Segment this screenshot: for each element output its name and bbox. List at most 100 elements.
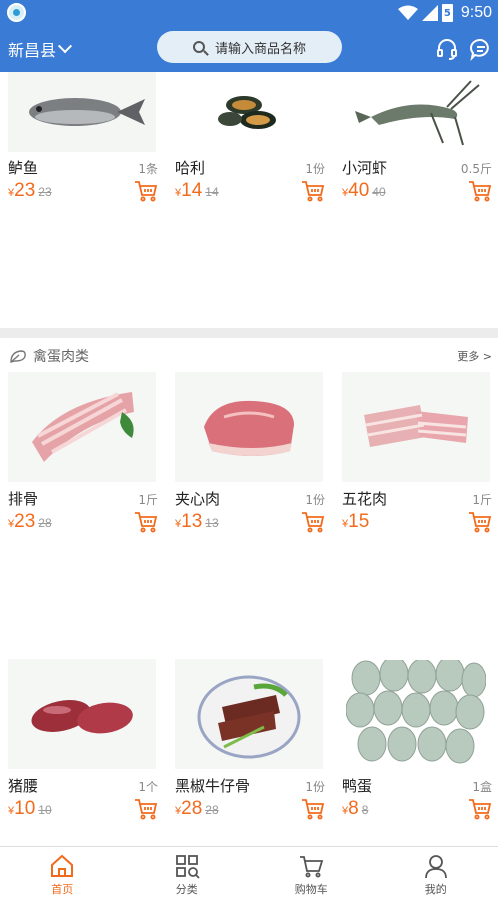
add-to-cart-icon[interactable] [134, 180, 158, 202]
product-price: ¥23 23 [8, 180, 52, 202]
home-icon [51, 854, 74, 877]
product-name: 夹心肉 [175, 490, 221, 508]
product-unit: 1斤 [138, 493, 158, 507]
section-divider [0, 328, 498, 338]
tab-cart[interactable]: 购物车 [249, 847, 374, 900]
price-original: 28 [205, 803, 219, 817]
product-card[interactable]: 小河虾 0.5斤 ¥40 40 [342, 72, 492, 202]
tab-category[interactable]: 分类 [125, 847, 250, 900]
price-current: 15 [348, 511, 370, 532]
price-current: 8 [348, 798, 359, 819]
headset-icon[interactable] [435, 37, 459, 61]
status-right-group: 5 9:50 [397, 2, 492, 24]
product-name: 哈利 [175, 159, 206, 177]
product-name: 黑椒牛仔骨 [175, 777, 251, 795]
cart-icon [300, 856, 324, 878]
pork-shoulder-image [204, 400, 294, 456]
product-image-mussels [175, 72, 323, 152]
chevron-down-icon [57, 39, 73, 54]
message-icon[interactable] [469, 37, 493, 61]
price-current: 28 [181, 798, 203, 819]
add-to-cart-icon[interactable] [134, 798, 158, 820]
shrimp-image [355, 80, 480, 146]
price-current: 13 [181, 511, 203, 532]
product-name: 鲈鱼 [8, 159, 39, 177]
product-image-kidney [8, 659, 156, 769]
product-price: ¥10 10 [8, 798, 52, 820]
tab-home[interactable]: 首页 [0, 847, 125, 900]
product-unit: 1条 [138, 162, 158, 176]
location-selector[interactable]: 新昌县 [8, 36, 73, 62]
add-to-cart-icon[interactable] [468, 798, 492, 820]
add-to-cart-icon[interactable] [134, 511, 158, 533]
add-to-cart-icon[interactable] [468, 180, 492, 202]
price-current: 23 [14, 180, 36, 201]
wifi-icon [397, 5, 418, 20]
product-card[interactable]: 五花肉 1斤 ¥15 [342, 372, 492, 533]
product-card[interactable]: 夹心肉 1份 ¥13 13 [175, 372, 325, 533]
app-screen: 5 9:50 新昌县 请输入商品名称 鲈鱼 1条 ¥23 23 哈利 1份 ¥1… [0, 0, 498, 900]
product-image-shrimp [342, 72, 490, 152]
price-original: 28 [38, 516, 52, 530]
product-price: ¥13 13 [175, 511, 219, 533]
search-placeholder: 请输入商品名称 [214, 41, 306, 57]
duck-eggs-image [346, 660, 486, 764]
product-unit: 1个 [138, 780, 158, 794]
product-card[interactable]: 猪腰 1个 ¥10 10 [8, 659, 158, 820]
product-unit: 1份 [305, 780, 325, 794]
section-header: 禽蛋肉类 更多 > [0, 340, 498, 372]
product-card[interactable]: 鲈鱼 1条 ¥23 23 [8, 72, 158, 202]
product-image-beef-ribs [175, 659, 323, 769]
search-icon [192, 41, 205, 53]
product-unit: 0.5斤 [460, 162, 492, 176]
add-to-cart-icon[interactable] [301, 798, 325, 820]
add-to-cart-icon[interactable] [301, 180, 325, 202]
product-name: 排骨 [8, 490, 39, 508]
product-price: ¥8 8 [342, 798, 368, 820]
product-card[interactable]: 排骨 1斤 ¥23 28 [8, 372, 158, 533]
location-label: 新昌县 [8, 41, 57, 60]
price-original: 13 [205, 516, 219, 530]
beef-ribs-image [197, 675, 301, 758]
mussels-image [218, 96, 276, 129]
price-original: 23 [38, 185, 52, 199]
product-name: 鸭蛋 [342, 777, 373, 795]
pork-belly-image [364, 405, 468, 447]
product-name: 猪腰 [8, 777, 39, 795]
product-image-pork-belly [342, 372, 490, 482]
add-to-cart-icon[interactable] [301, 511, 325, 533]
price-original: 14 [205, 185, 219, 199]
section-title: 禽蛋肉类 [33, 349, 89, 365]
app-notification-icon [7, 3, 26, 22]
tab-label: 首页 [51, 883, 74, 896]
product-price: ¥28 28 [175, 798, 219, 820]
product-image-ribs [8, 372, 156, 482]
product-card[interactable]: 黑椒牛仔骨 1份 ¥28 28 [175, 659, 325, 820]
product-price: ¥15 [342, 511, 369, 533]
price-original: 40 [372, 185, 386, 199]
tab-mine[interactable]: 我的 [374, 847, 498, 900]
tab-label: 分类 [175, 883, 198, 896]
add-to-cart-icon[interactable] [468, 511, 492, 533]
category-icon [175, 855, 200, 879]
product-card[interactable]: 哈利 1份 ¥14 14 [175, 72, 325, 202]
product-image-duck-eggs [342, 659, 490, 769]
product-unit: 1盒 [472, 780, 492, 794]
battery-glyph: 5 [443, 7, 451, 19]
signal-icon [421, 5, 438, 21]
price-current: 14 [181, 180, 203, 201]
product-name: 小河虾 [342, 159, 388, 177]
status-bar: 5 9:50 [0, 0, 498, 26]
tab-label: 我的 [424, 883, 447, 896]
main-content[interactable]: 鲈鱼 1条 ¥23 23 哈利 1份 ¥14 14 小河虾 0.5斤 ¥40 4… [0, 72, 498, 846]
price-current: 10 [14, 798, 36, 819]
product-price: ¥14 14 [175, 180, 219, 202]
search-input[interactable]: 请输入商品名称 [157, 31, 342, 63]
product-unit: 1份 [305, 162, 325, 176]
product-unit: 1份 [305, 493, 325, 507]
product-image-pork-shoulder [175, 372, 323, 482]
more-link[interactable]: 更多 > [457, 348, 492, 364]
kidney-image [31, 700, 133, 734]
product-card[interactable]: 鸭蛋 1盒 ¥8 8 [342, 659, 492, 820]
ribs-image [32, 392, 134, 462]
